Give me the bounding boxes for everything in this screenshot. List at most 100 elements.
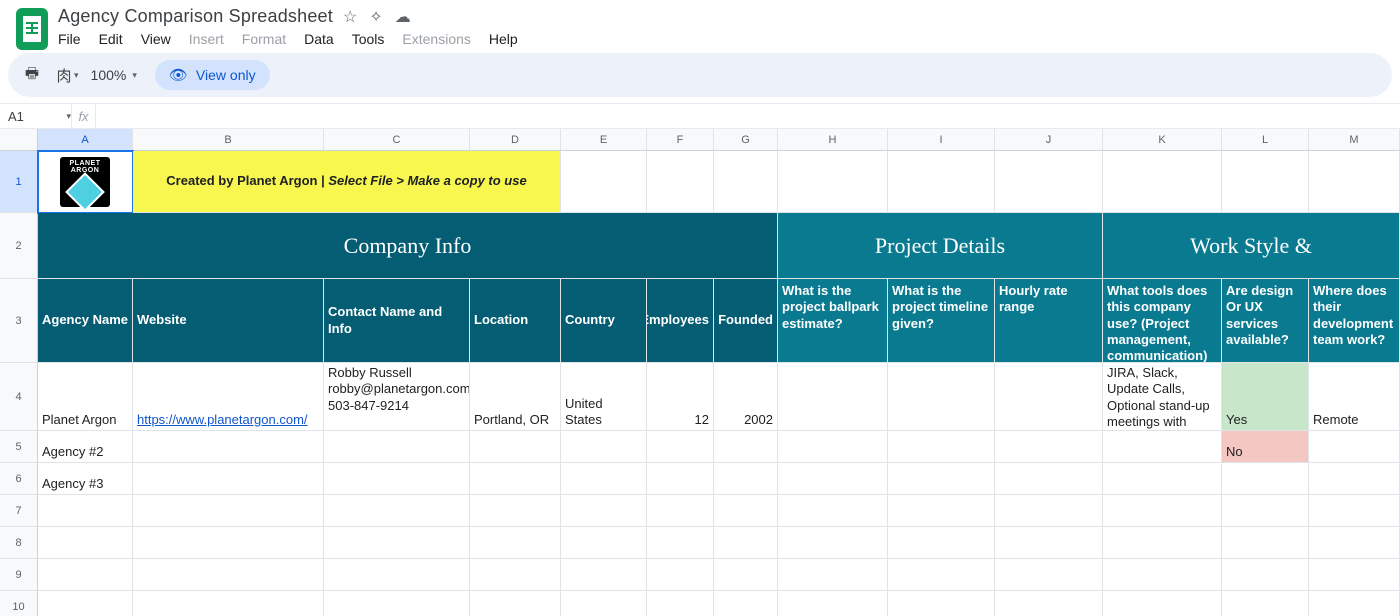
- formula-bar[interactable]: [96, 104, 1400, 128]
- cell[interactable]: [1222, 527, 1309, 559]
- cell[interactable]: [561, 495, 647, 527]
- cell-A4[interactable]: Planet Argon: [38, 363, 133, 431]
- cell[interactable]: [714, 151, 778, 213]
- col-head-J[interactable]: J: [995, 129, 1103, 151]
- cell[interactable]: [714, 527, 778, 559]
- cell[interactable]: [1222, 495, 1309, 527]
- cell[interactable]: [324, 559, 470, 591]
- cell[interactable]: [1103, 559, 1222, 591]
- row-head-10[interactable]: 10: [0, 591, 38, 616]
- chevron-down-icon[interactable]: ▾: [74, 70, 79, 81]
- menu-help[interactable]: Help: [489, 31, 518, 47]
- cell[interactable]: [324, 591, 470, 616]
- row-head-6[interactable]: 6: [0, 463, 38, 495]
- cell-C4[interactable]: Robby Russell robby@planetargon.com 503-…: [324, 363, 470, 431]
- cell[interactable]: [647, 151, 714, 213]
- cell-G5[interactable]: [714, 431, 778, 463]
- col-head-D[interactable]: D: [470, 129, 561, 151]
- menu-tools[interactable]: Tools: [352, 31, 385, 47]
- header-D[interactable]: Location: [470, 279, 561, 363]
- cell[interactable]: [38, 559, 133, 591]
- cell[interactable]: [995, 495, 1103, 527]
- cell-K5[interactable]: [1103, 431, 1222, 463]
- cell-A6[interactable]: Agency #3: [38, 463, 133, 495]
- cell[interactable]: [714, 559, 778, 591]
- cell[interactable]: [888, 591, 995, 616]
- col-head-A[interactable]: A: [38, 129, 133, 151]
- col-head-B[interactable]: B: [133, 129, 324, 151]
- cell[interactable]: [324, 527, 470, 559]
- cell-F5[interactable]: [647, 431, 714, 463]
- cell-A1[interactable]: PLANETARGON: [38, 151, 133, 213]
- cell-H5[interactable]: [778, 431, 888, 463]
- cell[interactable]: [647, 591, 714, 616]
- cell-E5[interactable]: [561, 431, 647, 463]
- move-icon[interactable]: ✧: [369, 7, 382, 27]
- cell[interactable]: [1309, 527, 1400, 559]
- header-L[interactable]: Are design Or UX services available?: [1222, 279, 1309, 363]
- row-head-8[interactable]: 8: [0, 527, 38, 559]
- cell[interactable]: [133, 527, 324, 559]
- cell-B5[interactable]: [133, 431, 324, 463]
- cell-G4[interactable]: 2002: [714, 363, 778, 431]
- cell[interactable]: [38, 495, 133, 527]
- cell-M6[interactable]: [1309, 463, 1400, 495]
- cell[interactable]: [647, 559, 714, 591]
- cell[interactable]: [778, 495, 888, 527]
- col-head-H[interactable]: H: [778, 129, 888, 151]
- cell[interactable]: [647, 495, 714, 527]
- cloud-icon[interactable]: ☁: [395, 7, 411, 27]
- header-M[interactable]: Where does their development team work?: [1309, 279, 1400, 363]
- cell-L5[interactable]: No: [1222, 431, 1309, 463]
- cell[interactable]: [888, 559, 995, 591]
- header-J[interactable]: Hourly rate range: [995, 279, 1103, 363]
- cell-F4[interactable]: 12: [647, 363, 714, 431]
- cell-M5[interactable]: [1309, 431, 1400, 463]
- cell[interactable]: [995, 591, 1103, 616]
- cell[interactable]: [470, 495, 561, 527]
- cell[interactable]: [1309, 151, 1400, 213]
- cell[interactable]: [995, 559, 1103, 591]
- cell-G6[interactable]: [714, 463, 778, 495]
- cell[interactable]: [133, 495, 324, 527]
- cell[interactable]: [1222, 559, 1309, 591]
- cell-L6[interactable]: [1222, 463, 1309, 495]
- section-project-details[interactable]: Project Details: [778, 213, 1103, 279]
- col-head-F[interactable]: F: [647, 129, 714, 151]
- filter-icon[interactable]: ⾁: [54, 65, 74, 86]
- cell[interactable]: [1222, 151, 1309, 213]
- row-head-1[interactable]: 1: [0, 151, 38, 213]
- cell-A5[interactable]: Agency #2: [38, 431, 133, 463]
- col-head-C[interactable]: C: [324, 129, 470, 151]
- cell[interactable]: [778, 151, 888, 213]
- cell-D4[interactable]: Portland, OR: [470, 363, 561, 431]
- cell[interactable]: [561, 559, 647, 591]
- header-A[interactable]: Agency Name: [38, 279, 133, 363]
- cell[interactable]: [561, 527, 647, 559]
- cell[interactable]: [133, 559, 324, 591]
- cell-L4[interactable]: Yes: [1222, 363, 1309, 431]
- section-company-info[interactable]: Company Info: [38, 213, 778, 279]
- cell[interactable]: [995, 527, 1103, 559]
- menu-format[interactable]: Format: [242, 31, 286, 47]
- cell[interactable]: [778, 559, 888, 591]
- header-E[interactable]: Country: [561, 279, 647, 363]
- col-head-M[interactable]: M: [1309, 129, 1400, 151]
- header-G[interactable]: Founded: [714, 279, 778, 363]
- col-head-E[interactable]: E: [561, 129, 647, 151]
- select-all-corner[interactable]: [0, 129, 38, 151]
- header-C[interactable]: Contact Name and Info: [324, 279, 470, 363]
- print-icon[interactable]: 🖶: [22, 63, 42, 88]
- cell[interactable]: [1103, 527, 1222, 559]
- cell-F6[interactable]: [647, 463, 714, 495]
- cell[interactable]: [995, 151, 1103, 213]
- cell-B4[interactable]: https://www.planetargon.com/: [133, 363, 324, 431]
- row-head-7[interactable]: 7: [0, 495, 38, 527]
- section-work-style[interactable]: Work Style &: [1103, 213, 1400, 279]
- view-only-pill[interactable]: 👁 View only: [155, 60, 270, 90]
- col-head-I[interactable]: I: [888, 129, 995, 151]
- cell[interactable]: [324, 495, 470, 527]
- cell-B6[interactable]: [133, 463, 324, 495]
- row-head-4[interactable]: 4: [0, 363, 38, 431]
- cell-D5[interactable]: [470, 431, 561, 463]
